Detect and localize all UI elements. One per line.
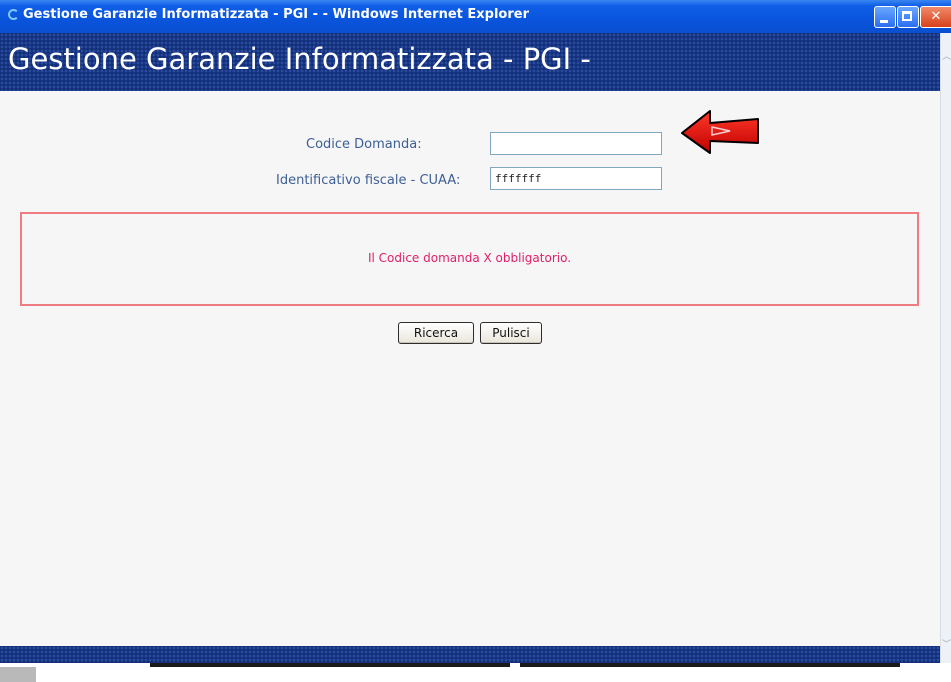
codice-domanda-input[interactable]	[490, 132, 662, 155]
minimize-icon	[880, 20, 888, 23]
browser-window: Gestione Garanzie Informatizzata - PGI -…	[0, 0, 951, 682]
status-divider	[150, 663, 510, 667]
scroll-down-icon[interactable]: ﹀	[941, 637, 951, 653]
status-bar-segment	[0, 667, 36, 682]
page-title: Gestione Garanzie Informatizzata - PGI -	[8, 42, 591, 76]
error-message: Il Codice domanda X obbligatorio.	[367, 251, 572, 265]
close-icon: ✕	[930, 9, 942, 24]
ie-logo-icon	[8, 9, 19, 20]
error-message-box: Il Codice domanda X obbligatorio.	[20, 212, 919, 306]
cuaa-input[interactable]	[490, 167, 662, 190]
maximize-button[interactable]	[897, 6, 919, 28]
status-divider	[520, 663, 900, 667]
app-header: Gestione Garanzie Informatizzata - PGI -	[0, 33, 940, 91]
window-titlebar[interactable]: Gestione Garanzie Informatizzata - PGI -…	[0, 0, 951, 33]
cuaa-label: Identificativo fiscale - CUAA:	[276, 173, 461, 188]
scroll-up-icon[interactable]: ︿	[941, 49, 951, 65]
window-title: Gestione Garanzie Informatizzata - PGI -…	[23, 7, 529, 22]
clear-button[interactable]: Pulisci	[480, 322, 542, 344]
app-footer	[0, 646, 940, 663]
close-button[interactable]: ✕	[920, 6, 951, 28]
maximize-icon	[902, 11, 912, 21]
vertical-scrollbar[interactable]: ︿ ﹀	[940, 33, 951, 663]
search-button[interactable]: Ricerca	[398, 322, 474, 344]
codice-domanda-label: Codice Domanda:	[306, 137, 422, 152]
red-arrow-icon	[681, 110, 759, 154]
minimize-button[interactable]	[874, 6, 896, 28]
